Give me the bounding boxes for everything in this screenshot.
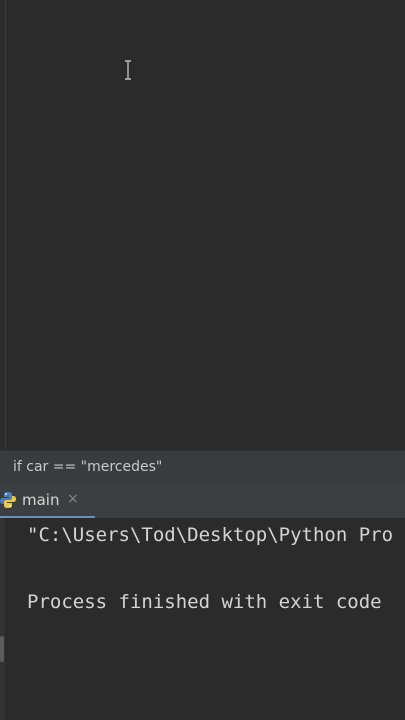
breadcrumb-label: if car == "mercedes": [13, 459, 163, 475]
console-line-exit: Process finished with exit code: [27, 591, 382, 613]
run-tab-main[interactable]: main ×: [0, 483, 95, 519]
gutter-divider: [5, 0, 6, 450]
close-icon[interactable]: ×: [67, 483, 79, 516]
code-editor[interactable]: [0, 0, 405, 450]
breadcrumb[interactable]: if car == "mercedes": [0, 450, 405, 484]
run-console-output[interactable]: "C:\Users\Tod\Desktop\Python Pro Process…: [0, 518, 405, 720]
console-line-command: "C:\Users\Tod\Desktop\Python Pro: [27, 524, 394, 546]
run-tool-window-header: main ×: [0, 483, 405, 519]
run-tab-label: main: [22, 491, 60, 509]
python-icon: [0, 492, 16, 508]
console-gutter: [0, 518, 5, 720]
text-cursor-icon: [125, 60, 131, 80]
console-scroll-marker: [0, 636, 4, 662]
